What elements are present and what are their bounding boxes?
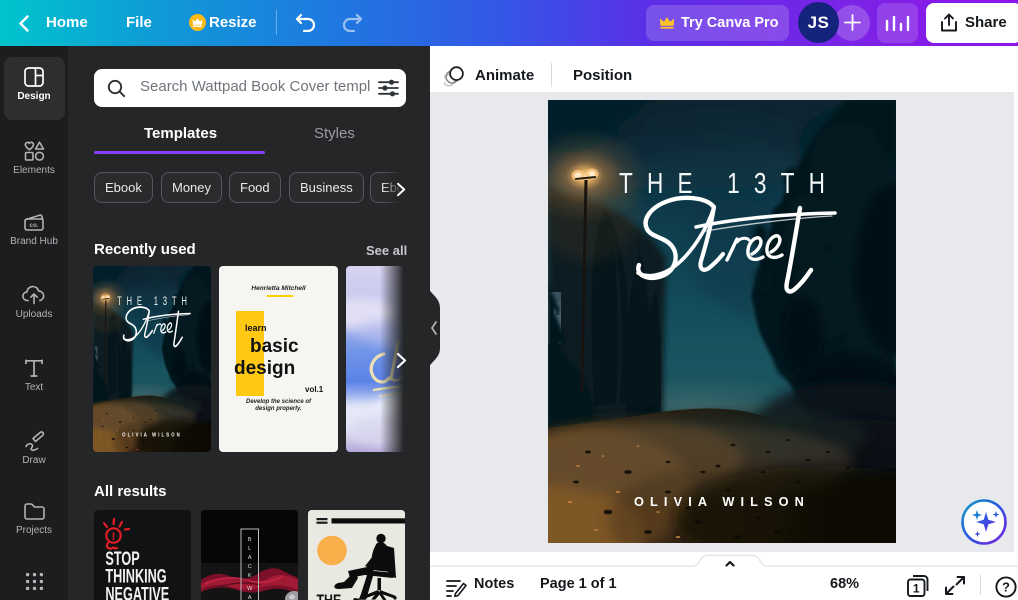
svg-text:W: W (247, 586, 253, 592)
svg-text:THE: THE (317, 592, 342, 600)
svg-text:A: A (248, 595, 252, 600)
svg-text:!: ! (112, 531, 116, 543)
svg-text:co.: co. (30, 222, 39, 229)
svg-text:NEGATIVE: NEGATIVE (105, 583, 169, 600)
svg-text:L: L (248, 546, 251, 552)
svg-text:1: 1 (913, 582, 920, 596)
svg-text:A: A (248, 555, 252, 561)
svg-text:?: ? (1002, 580, 1010, 595)
svg-text:C: C (248, 564, 252, 570)
svg-text:K: K (248, 573, 252, 579)
svg-text:OLIVIA WILSON: OLIVIA WILSON (634, 495, 810, 509)
svg-text:B: B (248, 537, 252, 543)
